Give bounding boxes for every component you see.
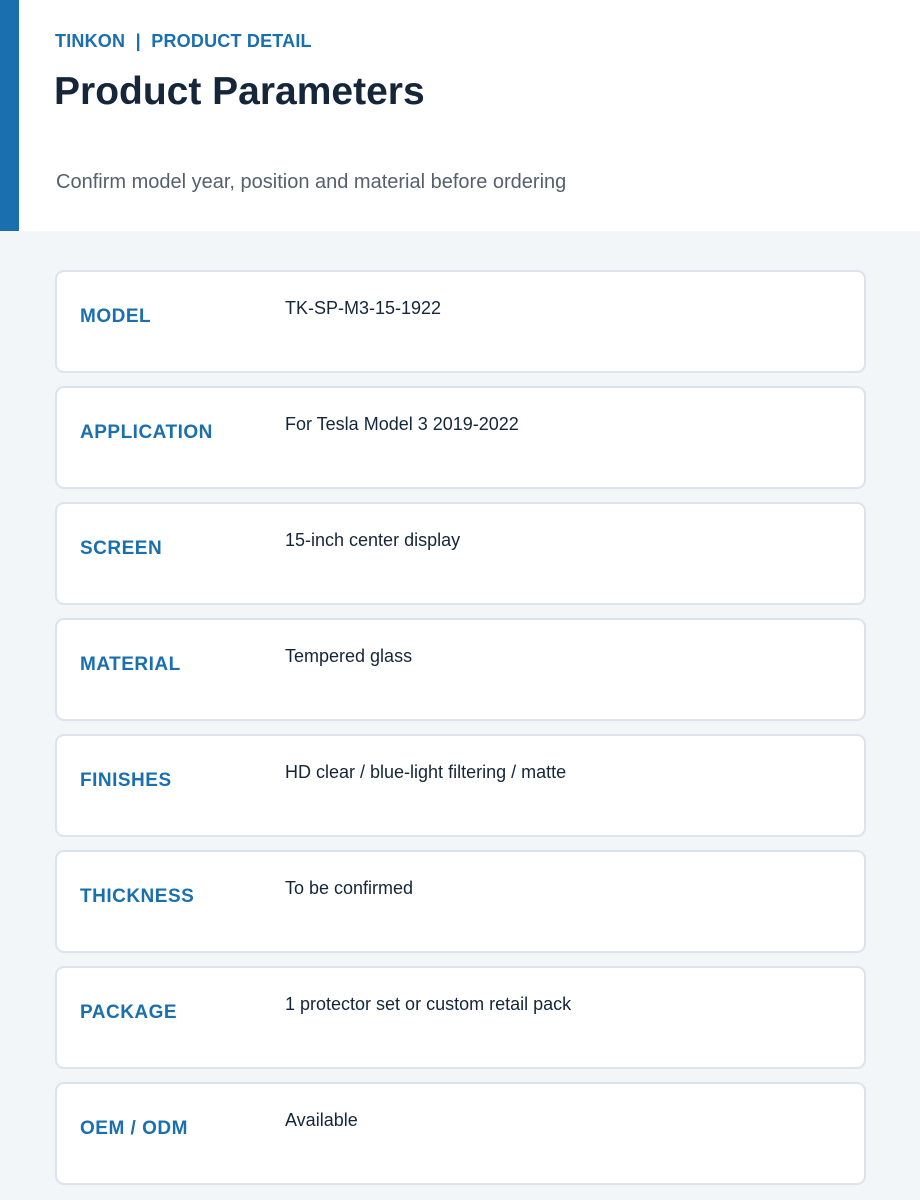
spec-value: Tempered glass [285,646,413,666]
spec-list: MODEL TK-SP-M3-15-1922 APPLICATION For T… [55,270,866,1198]
spec-value: 1 protector set or custom retail pack [285,994,572,1014]
spec-value: For Tesla Model 3 2019-2022 [285,414,519,434]
spec-row-package: PACKAGE 1 protector set or custom retail… [55,966,866,1069]
spec-row-model: MODEL TK-SP-M3-15-1922 [55,270,866,373]
spec-row-material: MATERIAL Tempered glass [55,618,866,721]
spec-label: PACKAGE [80,1002,178,1023]
spec-label: FINISHES [80,770,172,791]
spec-row-thickness: THICKNESS To be confirmed [55,850,866,953]
spec-value: Available [285,1110,358,1130]
page-header: TINKON | PRODUCT DETAIL Product Paramete… [0,0,920,231]
breadcrumb-separator: | [135,31,141,51]
accent-bar [0,0,19,231]
spec-label: APPLICATION [80,422,213,443]
spec-label: SCREEN [80,538,163,559]
spec-value: 15-inch center display [285,530,461,550]
breadcrumb-brand: TINKON [55,31,126,51]
spec-label: THICKNESS [80,886,195,907]
spec-label: OEM / ODM [80,1118,188,1139]
spec-row-screen: SCREEN 15-inch center display [55,502,866,605]
breadcrumb: TINKON | PRODUCT DETAIL [55,31,312,52]
spec-value: To be confirmed [285,878,414,898]
spec-label: MODEL [80,306,152,327]
spec-label: MATERIAL [80,654,181,675]
spec-value: HD clear / blue-light filtering / matte [285,762,567,782]
page-title: Product Parameters [54,70,425,113]
spec-value: TK-SP-M3-15-1922 [285,298,442,318]
spec-row-application: APPLICATION For Tesla Model 3 2019-2022 [55,386,866,489]
spec-row-oem-odm: OEM / ODM Available [55,1082,866,1185]
spec-row-finishes: FINISHES HD clear / blue-light filtering… [55,734,866,837]
breadcrumb-section: PRODUCT DETAIL [151,31,312,51]
page-subtitle: Confirm model year, position and materia… [56,171,567,193]
